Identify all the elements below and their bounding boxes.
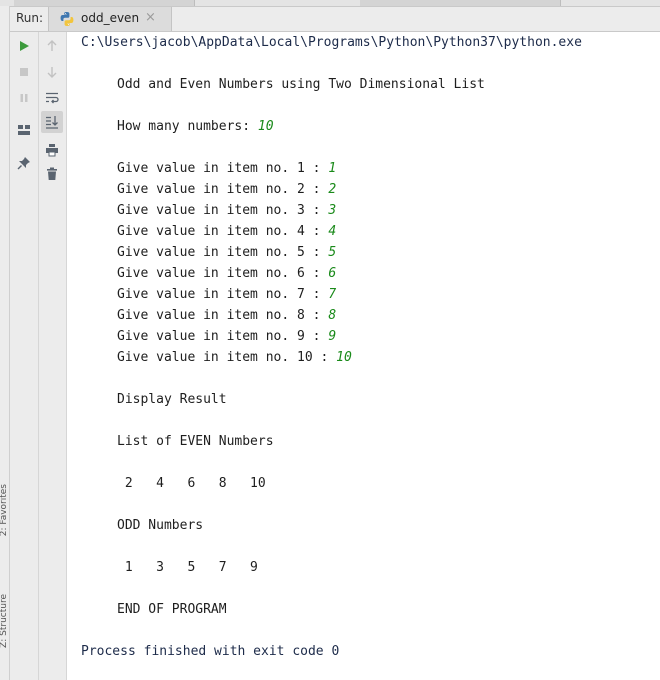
layout-icon	[17, 124, 31, 136]
scroll-to-end-button[interactable]	[41, 111, 63, 133]
item-input-value: 5	[328, 245, 337, 260]
item-prompt: Give value in item no. 3 :	[117, 203, 329, 218]
interpreter-command[interactable]: C:\Users\jacob\AppData\Local\Programs\Py…	[81, 32, 582, 53]
print-icon	[45, 143, 59, 157]
run-tab-odd-even[interactable]: odd_even ×	[48, 7, 172, 31]
pin-icon	[17, 156, 31, 170]
scroll-to-end-icon	[45, 115, 59, 129]
item-input-value: 9	[328, 329, 337, 344]
item-line: Give value in item no. 1 : 1	[117, 158, 336, 179]
stop-icon	[18, 66, 30, 78]
item-prompt: Give value in item no. 8 :	[117, 308, 329, 323]
count-prompt: How many numbers:	[117, 119, 258, 134]
pin-tab-button[interactable]	[13, 152, 35, 174]
item-line: Give value in item no. 9 : 9	[117, 326, 336, 347]
previous-occurrence-button[interactable]	[41, 35, 63, 57]
rerun-button[interactable]	[13, 35, 35, 57]
item-prompt: Give value in item no. 2 :	[117, 182, 329, 197]
program-title: Odd and Even Numbers using Two Dimension…	[117, 77, 485, 92]
even-header: List of EVEN Numbers	[117, 434, 274, 449]
item-prompt: Give value in item no. 9 :	[117, 329, 329, 344]
item-input-value: 4	[328, 224, 337, 239]
editor-tab-strip	[0, 0, 660, 7]
item-line: Give value in item no. 7 : 7	[117, 284, 336, 305]
editor-tab-ghost[interactable]	[14, 0, 195, 6]
pause-icon	[18, 92, 30, 104]
count-line: How many numbers: 10	[117, 116, 274, 137]
run-label: Run:	[16, 11, 44, 25]
run-toolbar-secondary	[39, 32, 67, 680]
run-icon	[18, 40, 30, 52]
exit-status-line: Process finished with exit code 0	[81, 644, 340, 659]
run-header: Run: odd_even ×	[10, 7, 660, 32]
print-button[interactable]	[41, 139, 63, 161]
item-prompt: Give value in item no. 7 :	[117, 287, 329, 302]
count-input-value: 10	[257, 119, 274, 134]
clear-all-button[interactable]	[41, 163, 63, 185]
run-tab-label: odd_even	[81, 11, 140, 25]
tool-window-strip: 2: Favorites Z: Structure	[0, 6, 10, 680]
restore-layout-button[interactable]	[13, 119, 35, 141]
item-input-value: 10	[336, 350, 352, 365]
arrow-down-icon	[46, 66, 58, 78]
console-output[interactable]: C:\Users\jacob\AppData\Local\Programs\Py…	[67, 32, 660, 680]
item-input-value: 8	[328, 308, 337, 323]
display-result-line: Display Result	[117, 392, 227, 407]
run-toolbar-primary	[10, 32, 39, 680]
item-line: Give value in item no. 10 : 10	[117, 347, 352, 368]
item-prompt: Give value in item no. 4 :	[117, 224, 329, 239]
structure-label[interactable]: Z: Structure	[0, 594, 10, 648]
odd-values: 1 3 5 7 9	[117, 560, 258, 575]
item-line: Give value in item no. 6 : 6	[117, 263, 336, 284]
item-input-value: 6	[328, 266, 337, 281]
item-line: Give value in item no. 8 : 8	[117, 305, 336, 326]
item-prompt: Give value in item no. 6 :	[117, 266, 329, 281]
item-input-value: 2	[328, 182, 337, 197]
editor-tab-ghost[interactable]	[360, 0, 561, 6]
item-prompt: Give value in item no. 10 :	[117, 350, 337, 365]
item-line: Give value in item no. 2 : 2	[117, 179, 336, 200]
close-icon[interactable]: ×	[145, 10, 156, 26]
item-prompt: Give value in item no. 5 :	[117, 245, 329, 260]
trash-icon	[46, 167, 58, 181]
item-input-value: 7	[328, 287, 337, 302]
favorites-label[interactable]: 2: Favorites	[0, 484, 10, 536]
item-line: Give value in item no. 4 : 4	[117, 221, 336, 242]
odd-header: ODD Numbers	[117, 518, 204, 533]
item-prompt: Give value in item no. 1 :	[117, 161, 329, 176]
item-line: Give value in item no. 3 : 3	[117, 200, 336, 221]
pause-button[interactable]	[13, 87, 35, 109]
soft-wrap-icon	[45, 91, 59, 105]
item-input-value: 3	[328, 203, 337, 218]
next-occurrence-button[interactable]	[41, 61, 63, 83]
arrow-up-icon	[46, 40, 58, 52]
stop-button[interactable]	[13, 61, 35, 83]
ide-run-window: 2: Favorites Z: Structure Run: odd_even …	[0, 0, 660, 680]
end-of-program: END OF PROGRAM	[117, 602, 227, 617]
soft-wrap-button[interactable]	[41, 87, 63, 109]
item-input-value: 1	[328, 161, 337, 176]
item-line: Give value in item no. 5 : 5	[117, 242, 336, 263]
even-values: 2 4 6 8 10	[117, 476, 266, 491]
python-icon	[59, 11, 75, 27]
